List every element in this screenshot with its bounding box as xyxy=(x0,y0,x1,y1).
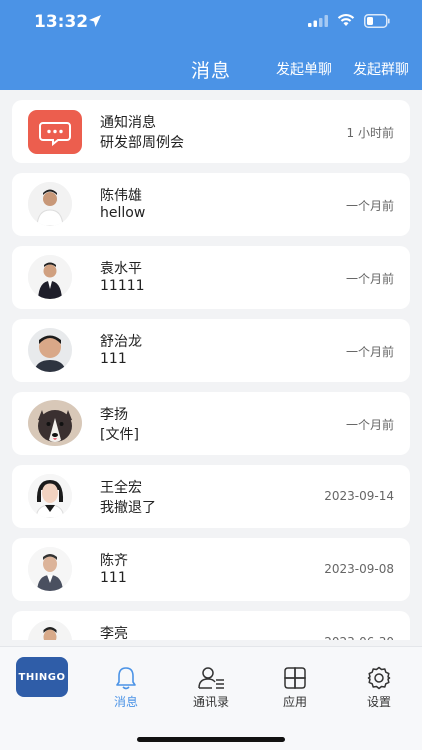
avatar xyxy=(28,328,72,372)
avatar xyxy=(28,620,72,640)
status-bar: 13:32 xyxy=(0,0,422,44)
tab-label: 消息 xyxy=(113,695,138,709)
contact-name: 袁水平 xyxy=(100,261,142,277)
tab-label: 应用 xyxy=(282,695,307,709)
list-item[interactable]: 舒治龙 111 一个月前 xyxy=(12,319,410,382)
list-item[interactable]: 陈伟雄 hellow 一个月前 xyxy=(12,173,410,236)
apps-icon xyxy=(284,667,306,689)
message-preview: 111 xyxy=(100,351,127,367)
contact-name: 通知消息 xyxy=(100,115,156,131)
avatar xyxy=(28,255,72,299)
app-header: 13:32 消息 发起单聊 发起群聊 xyxy=(0,0,422,90)
tab-label: 设置 xyxy=(366,695,391,709)
message-list[interactable]: 通知消息 研发部周例会 1 小时前 陈伟雄 hellow 一个月前 袁水平 11… xyxy=(0,90,422,640)
contacts-icon xyxy=(198,667,224,689)
avatar xyxy=(28,400,82,446)
brand-logo[interactable]: THINGO xyxy=(16,657,68,697)
tab-settings[interactable]: 设置 xyxy=(344,665,414,710)
tab-apps[interactable]: 应用 xyxy=(260,665,330,710)
list-item[interactable]: 通知消息 研发部周例会 1 小时前 xyxy=(12,100,410,163)
message-time: 一个月前 xyxy=(345,199,394,213)
message-preview: [文件] xyxy=(100,427,139,443)
contact-name: 陈伟雄 xyxy=(100,188,142,204)
tab-messages[interactable]: 消息 xyxy=(91,665,161,710)
tab-contacts[interactable]: 通讯录 xyxy=(176,665,246,710)
battery-icon xyxy=(364,14,390,28)
list-item[interactable]: 李亮 2023-06-30 xyxy=(12,611,410,640)
message-preview: hellow xyxy=(100,205,146,221)
status-time: 13:32 xyxy=(34,12,89,32)
message-preview: 111 xyxy=(100,570,127,586)
message-time: 2023-09-08 xyxy=(324,562,394,576)
list-item[interactable]: 袁水平 11111 一个月前 xyxy=(12,246,410,309)
contact-name: 李扬 xyxy=(100,407,128,423)
contact-name: 王全宏 xyxy=(100,480,142,496)
contact-name: 陈齐 xyxy=(100,553,128,569)
list-item[interactable]: 陈齐 111 2023-09-08 xyxy=(12,538,410,601)
message-time: 一个月前 xyxy=(345,345,394,359)
list-item[interactable]: 李扬 [文件] 一个月前 xyxy=(12,392,410,455)
message-time: 2023-09-14 xyxy=(324,489,394,503)
settings-icon xyxy=(367,666,391,690)
start-group-chat-button[interactable]: 发起群聊 xyxy=(353,59,409,79)
location-arrow-icon xyxy=(89,15,101,27)
tab-label: 通讯录 xyxy=(192,695,229,709)
message-time: 一个月前 xyxy=(345,272,394,286)
signal-icon xyxy=(308,15,328,27)
message-time: 一个月前 xyxy=(345,418,394,432)
home-indicator[interactable] xyxy=(137,737,285,742)
message-preview: 研发部周例会 xyxy=(100,135,184,151)
message-preview: 11111 xyxy=(100,278,145,294)
chat-bubble-icon xyxy=(28,110,82,154)
message-time: 1 小时前 xyxy=(346,126,394,140)
avatar xyxy=(28,474,72,518)
list-item[interactable]: 王全宏 我撤退了 2023-09-14 xyxy=(12,465,410,528)
bell-icon xyxy=(116,667,136,690)
contact-name: 李亮 xyxy=(100,626,128,640)
contact-name: 舒治龙 xyxy=(100,334,142,350)
start-single-chat-button[interactable]: 发起单聊 xyxy=(276,59,332,79)
wifi-icon xyxy=(337,14,355,26)
message-preview: 我撤退了 xyxy=(100,500,156,516)
avatar xyxy=(28,547,72,591)
message-time: 2023-06-30 xyxy=(324,635,394,640)
tab-bar: THINGO 消息 通讯录 应用 设置 xyxy=(0,646,422,750)
avatar xyxy=(28,182,72,226)
